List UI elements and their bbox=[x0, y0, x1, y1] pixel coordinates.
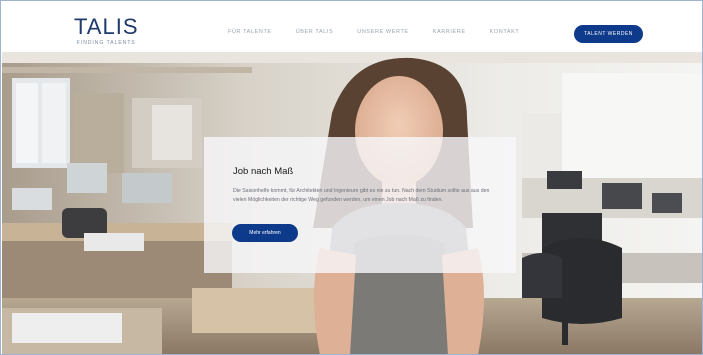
logo-tagline: FINDING TALENTS bbox=[76, 40, 136, 46]
nav-item-ueber-talis[interactable]: Über TALIS bbox=[296, 29, 334, 35]
nav-item-fuer-talente[interactable]: Für Talente bbox=[228, 29, 272, 35]
cta-button[interactable]: Talent werden bbox=[574, 25, 643, 43]
nav-item-unsere-werte[interactable]: Unsere Werte bbox=[357, 29, 408, 35]
main-nav: Für Talente Über TALIS Unsere Werte Karr… bbox=[228, 29, 519, 35]
hero-text: Die Saisonhelfe kommt, für Architekten u… bbox=[233, 188, 490, 203]
more-info-button[interactable]: Mehr erfahren bbox=[232, 224, 298, 242]
browser-frame: TALIS FINDING TALENTS Für Talente Über T… bbox=[0, 0, 703, 355]
nav-item-kontakt[interactable]: Kontakt bbox=[490, 29, 520, 35]
logo-wordmark: TALIS bbox=[74, 14, 139, 39]
logo[interactable]: TALIS FINDING TALENTS bbox=[74, 14, 139, 47]
hero-section: Job nach Maß Die Saisonhelfe kommt, für … bbox=[2, 53, 702, 354]
hero-title: Job nach Maß bbox=[233, 166, 294, 177]
nav-item-karriere[interactable]: Karriere bbox=[433, 29, 466, 35]
hero-card: Job nach Maß Die Saisonhelfe kommt, für … bbox=[204, 137, 516, 273]
site-header: TALIS FINDING TALENTS Für Talente Über T… bbox=[2, 2, 702, 53]
